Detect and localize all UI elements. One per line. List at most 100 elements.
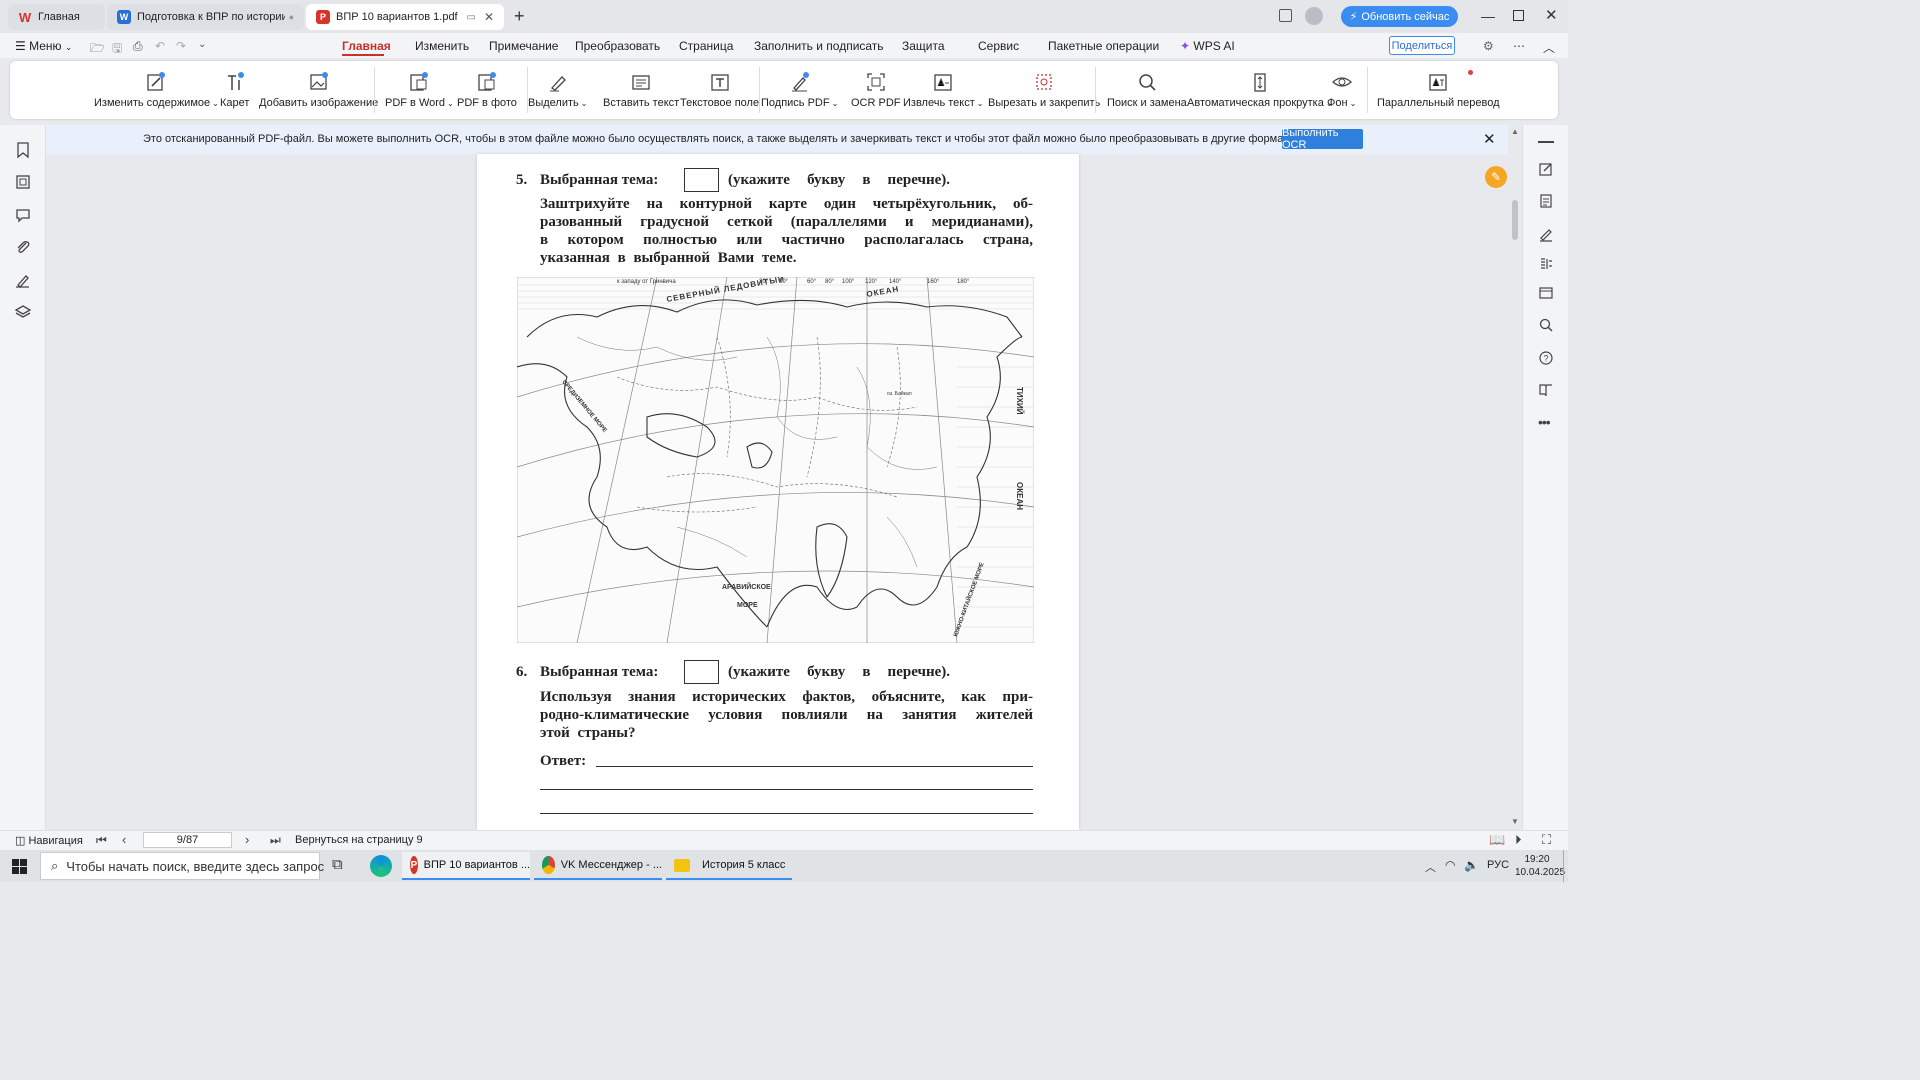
- volume-icon[interactable]: 🔈: [1464, 858, 1479, 872]
- show-desktop-button[interactable]: [1563, 850, 1564, 882]
- taskbar-app-chrome[interactable]: VK Мессенджер - ...: [534, 852, 662, 880]
- insert-text-button[interactable]: Вставить текст: [603, 61, 679, 119]
- edit-content-button[interactable]: Изменить содержимое ⌄: [94, 61, 219, 119]
- menu-tab-service[interactable]: Сервис: [978, 39, 1019, 53]
- help-icon[interactable]: ?: [1538, 350, 1554, 366]
- close-banner-icon[interactable]: ✕: [1483, 130, 1496, 148]
- close-window-button[interactable]: ✕: [1545, 6, 1558, 24]
- print-icon[interactable]: ⎙: [133, 39, 143, 54]
- highlight-button[interactable]: Выделить ⌄: [528, 61, 587, 119]
- extract-text-button[interactable]: Извлечь текст ⌄: [903, 61, 983, 119]
- form-icon[interactable]: [1538, 193, 1554, 209]
- scroll-up-icon[interactable]: ▲: [1511, 127, 1519, 136]
- attachment-icon[interactable]: [14, 238, 32, 256]
- restore-button[interactable]: [1513, 10, 1524, 21]
- menu-tab-fill-sign[interactable]: Заполнить и подписать: [754, 39, 884, 53]
- answer-line[interactable]: [540, 813, 1033, 814]
- taskbar-app-explorer[interactable]: История 5 класс: [666, 852, 792, 880]
- monitor-icon[interactable]: ▭: [466, 12, 475, 23]
- sign-tool-icon[interactable]: [1538, 226, 1554, 242]
- wifi-icon[interactable]: ◠: [1445, 858, 1455, 872]
- sign-pdf-button[interactable]: Подпись PDF ⌄: [761, 61, 838, 119]
- contour-map[interactable]: к западу от Гринвича 20° 30° 60° 80° 100…: [517, 277, 1034, 643]
- auto-scroll-button[interactable]: Автоматическая прокрутка ⌄: [1187, 61, 1333, 119]
- prev-page-icon[interactable]: ‹: [122, 832, 126, 847]
- save-icon[interactable]: 🖫: [112, 39, 122, 60]
- minimize-panel-icon[interactable]: [1538, 141, 1554, 143]
- search-panel-icon[interactable]: [1538, 317, 1554, 333]
- cut-pin-button[interactable]: Вырезать и закрепить: [988, 61, 1100, 119]
- redo-icon[interactable]: ↷: [176, 39, 186, 53]
- collapse-ribbon-icon[interactable]: ︿: [1543, 39, 1555, 56]
- bookmark-icon[interactable]: [14, 141, 32, 159]
- next-page-icon[interactable]: ›: [245, 832, 249, 847]
- vertical-scrollbar[interactable]: ▲ ▼: [1508, 125, 1522, 830]
- background-button[interactable]: Фон ⌄: [1327, 61, 1356, 119]
- more-quick-icon[interactable]: ⌄: [198, 39, 206, 50]
- tab-pdf-active[interactable]: P ВПР 10 вариантов 1.pdf ▭ ✕: [306, 4, 504, 30]
- menu-tab-protect[interactable]: Защита: [902, 39, 945, 53]
- answer-line[interactable]: [596, 766, 1033, 767]
- menu-tab-convert[interactable]: Преобразовать: [575, 39, 660, 53]
- more-tools-icon[interactable]: •••: [1538, 414, 1551, 430]
- add-image-button[interactable]: Добавить изображение: [259, 61, 378, 119]
- layers-icon[interactable]: [14, 303, 32, 321]
- menu-tab-edit[interactable]: Изменить: [415, 39, 469, 53]
- find-replace-button[interactable]: Поиск и замена: [1107, 61, 1187, 119]
- tab-word-doc[interactable]: W Подготовка к ВПР по истории в 5 ●: [107, 4, 304, 30]
- undo-icon[interactable]: ↶: [155, 39, 165, 53]
- last-page-icon[interactable]: ⏭: [270, 833, 281, 848]
- taskbar-app-wps[interactable]: P ВПР 10 вариантов ...: [402, 852, 530, 880]
- window-tile-icon[interactable]: [1279, 9, 1292, 22]
- task-view-icon[interactable]: ⧉: [332, 856, 343, 873]
- menu-tab-batch[interactable]: Пакетные операции: [1048, 39, 1159, 53]
- parallel-translate-button[interactable]: Параллельный перевод: [1377, 61, 1500, 119]
- caret-button[interactable]: Карет: [220, 61, 249, 119]
- new-tab-button[interactable]: +: [514, 6, 525, 27]
- taskbar-search-box[interactable]: ⌕ Чтобы начать поиск, введите здесь запр…: [40, 852, 324, 880]
- language-indicator[interactable]: РУС: [1487, 859, 1509, 871]
- return-to-page-link[interactable]: Вернуться на страницу 9: [295, 834, 423, 846]
- update-now-button[interactable]: ⚡ Обновить сейчас: [1341, 6, 1458, 27]
- menu-tab-page[interactable]: Страница: [679, 39, 733, 53]
- signature-panel-icon[interactable]: [14, 271, 32, 289]
- minimize-button[interactable]: —: [1481, 8, 1495, 24]
- thumbnails-icon[interactable]: [14, 173, 32, 191]
- columns-icon[interactable]: [1538, 256, 1554, 272]
- menu-tab-wps-ai[interactable]: ✦ WPS AI: [1180, 39, 1235, 53]
- first-page-icon[interactable]: ⏮: [96, 833, 107, 848]
- scroll-down-icon[interactable]: ▼: [1511, 817, 1519, 826]
- edge-browser-icon[interactable]: [370, 855, 392, 877]
- avatar[interactable]: [1305, 7, 1323, 25]
- tray-chevron-up-icon[interactable]: ︿: [1425, 859, 1436, 875]
- play-icon[interactable]: ⏵: [1515, 832, 1522, 848]
- menu-button[interactable]: ☰ Меню ⌄: [15, 39, 72, 53]
- settings-icon[interactable]: ⚙: [1483, 39, 1494, 53]
- tab-home[interactable]: W Главная: [8, 4, 105, 30]
- comment-icon[interactable]: [14, 206, 32, 224]
- share-button[interactable]: Поделиться: [1389, 36, 1455, 55]
- page-number-input[interactable]: 9/87: [143, 832, 232, 848]
- run-ocr-button[interactable]: Выполнить OCR: [1282, 127, 1363, 151]
- menu-tab-home[interactable]: Главная: [342, 39, 391, 53]
- navigation-toggle[interactable]: ◫ Навигация: [15, 834, 83, 847]
- ocr-pdf-button[interactable]: OCR PDF: [851, 61, 901, 119]
- taskbar-clock[interactable]: 19:20 10.04.2025: [1515, 853, 1565, 879]
- floating-edit-pen-icon[interactable]: ✎: [1485, 166, 1507, 188]
- edit-note-icon[interactable]: [1538, 161, 1554, 177]
- pdf-to-photo-button[interactable]: PDF в фото: [457, 61, 517, 119]
- pdf-to-word-button[interactable]: PDF в Word ⌄: [385, 61, 454, 119]
- text-field-button[interactable]: Текстовое поле: [680, 61, 759, 119]
- reading-mode-icon[interactable]: [1538, 382, 1554, 398]
- scrollbar-thumb[interactable]: [1512, 200, 1518, 240]
- fullscreen-icon[interactable]: ⛶: [1542, 832, 1551, 848]
- menu-tab-comment[interactable]: Примечание: [489, 39, 558, 53]
- answer-line[interactable]: [540, 789, 1033, 790]
- close-tab-icon[interactable]: ✕: [484, 10, 494, 24]
- archive-icon[interactable]: [1538, 285, 1554, 301]
- book-view-icon[interactable]: 📖: [1489, 832, 1505, 848]
- q6-answer-box[interactable]: [684, 660, 719, 684]
- open-folder-icon[interactable]: 🗁: [90, 39, 105, 60]
- more-options-icon[interactable]: ⋯: [1513, 39, 1525, 53]
- windows-start-icon[interactable]: [12, 859, 27, 874]
